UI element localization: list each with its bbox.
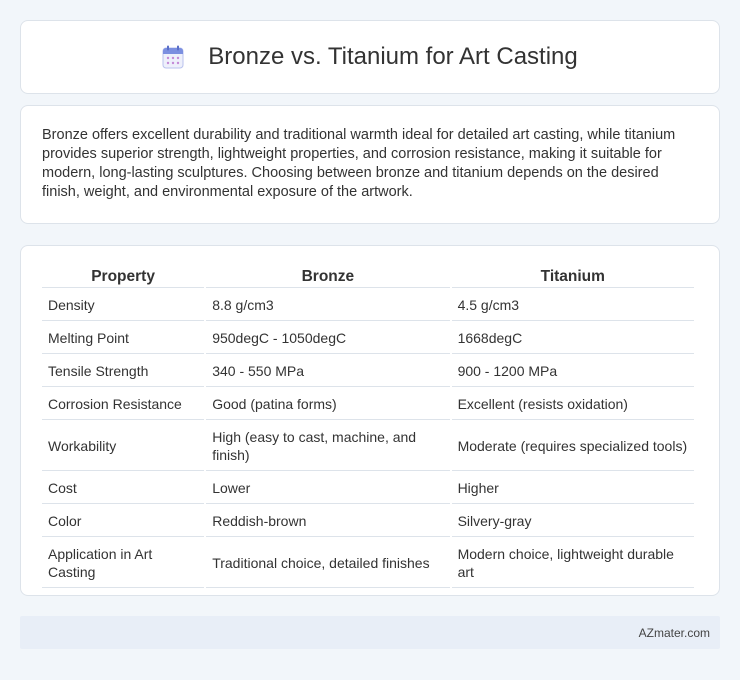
cell-bronze: Traditional choice, detailed finishes	[206, 539, 450, 588]
intro-card: Bronze offers excellent durability and t…	[20, 105, 720, 224]
intro-text: Bronze offers excellent durability and t…	[42, 127, 676, 200]
table-row: Color Reddish-brown Silvery-gray	[42, 506, 694, 537]
table-row: Workability High (easy to cast, machine,…	[42, 422, 694, 471]
header-property: Property	[42, 266, 205, 288]
cell-bronze: Good (patina forms)	[206, 389, 450, 420]
cell-bronze: High (easy to cast, machine, and finish)	[206, 422, 450, 471]
cell-property: Color	[42, 506, 205, 537]
cell-titanium: 1668degC	[451, 323, 694, 354]
cell-titanium: Excellent (resists oxidation)	[451, 389, 694, 420]
cell-property: Density	[42, 290, 205, 321]
cell-bronze: 340 - 550 MPa	[206, 356, 450, 387]
footer-site-name: AZmater.com	[638, 625, 710, 640]
cell-bronze: 8.8 g/cm3	[206, 290, 450, 321]
header-card: Bronze vs. Titanium for Art Casting	[20, 20, 720, 94]
cell-titanium: Higher	[451, 473, 694, 504]
cell-bronze: Lower	[206, 473, 450, 504]
cell-bronze: Reddish-brown	[206, 506, 450, 537]
table-row: Application in Art Casting Traditional c…	[42, 539, 694, 588]
cell-titanium: 900 - 1200 MPa	[451, 356, 694, 387]
cell-bronze: 950degC - 1050degC	[206, 323, 450, 354]
calendar-icon	[162, 45, 184, 69]
cell-property: Application in Art Casting	[42, 539, 205, 588]
table-row: Corrosion Resistance Good (patina forms)…	[42, 389, 694, 420]
header-titanium: Titanium	[451, 266, 694, 288]
table-row: Density 8.8 g/cm3 4.5 g/cm3	[42, 290, 694, 321]
table-row: Tensile Strength 340 - 550 MPa 900 - 120…	[42, 356, 694, 387]
table-row: Melting Point 950degC - 1050degC 1668deg…	[42, 323, 694, 354]
footer: AZmater.com	[20, 616, 720, 649]
cell-property: Corrosion Resistance	[42, 389, 205, 420]
cell-titanium: Modern choice, lightweight durable art	[451, 539, 694, 588]
table-card: Property Bronze Titanium Density 8.8 g/c…	[20, 245, 720, 596]
cell-titanium: 4.5 g/cm3	[451, 290, 694, 321]
table-header-row: Property Bronze Titanium	[42, 266, 694, 288]
cell-property: Melting Point	[42, 323, 205, 354]
page-title: Bronze vs. Titanium for Art Casting	[208, 43, 578, 70]
cell-titanium: Silvery-gray	[451, 506, 694, 537]
cell-titanium: Moderate (requires specialized tools)	[451, 422, 694, 471]
header-bronze: Bronze	[206, 266, 450, 288]
cell-property: Cost	[42, 473, 205, 504]
cell-property: Tensile Strength	[42, 356, 205, 387]
comparison-table: Property Bronze Titanium Density 8.8 g/c…	[40, 264, 696, 590]
cell-property: Workability	[42, 422, 205, 471]
table-row: Cost Lower Higher	[42, 473, 694, 504]
